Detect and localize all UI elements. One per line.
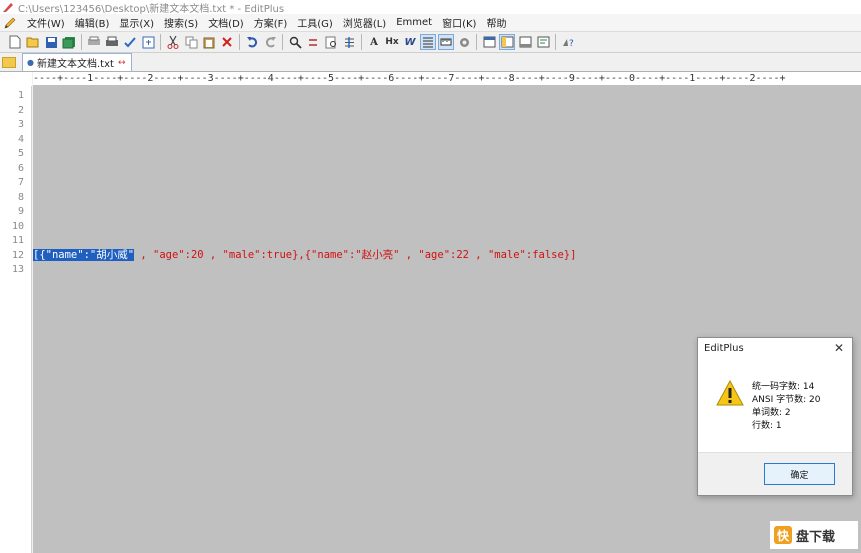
- column-ruler: ----+----1----+----2----+----3----+----4…: [33, 72, 861, 86]
- warning-icon: [716, 379, 744, 406]
- dialog-title-bar: EditPlus ✕: [698, 338, 852, 358]
- menu-file[interactable]: 文件(W): [22, 15, 70, 30]
- line-number: 13: [11, 264, 24, 275]
- toolbar-separator: [160, 34, 161, 50]
- delete-icon[interactable]: [219, 34, 235, 50]
- toolbar-separator: [361, 34, 362, 50]
- toolbar-separator: [239, 34, 240, 50]
- word-count-dialog: EditPlus ✕ 统一码字数: 14 ANSI 字节数: 20 单词数: 2…: [697, 337, 853, 496]
- watermark: 快 盘下载: [770, 521, 858, 549]
- word-wrap-icon[interactable]: W: [402, 34, 418, 50]
- line-number: 7: [17, 177, 24, 188]
- tab-close-icon[interactable]: ↔: [118, 58, 126, 68]
- find-icon[interactable]: [287, 34, 303, 50]
- toolbar: A Hx W ?: [0, 31, 861, 53]
- line-number: 4: [17, 133, 24, 145]
- watermark-text: 盘下载: [796, 529, 836, 545]
- ruler-corner: [0, 72, 32, 86]
- line-number-gutter: 1 2 3 4 5 6 7 8 9 10 11 12 13: [0, 72, 32, 553]
- stat-ansi-bytes: ANSI 字节数: 20: [752, 395, 821, 405]
- spellcheck-icon[interactable]: [122, 34, 138, 50]
- tab-label: 新建文本文档.txt: [36, 59, 114, 70]
- menu-bar: 文件(W) 编辑(B) 显示(X) 搜索(S) 文档(D) 方案(F) 工具(G…: [0, 14, 861, 31]
- redo-icon[interactable]: [262, 34, 278, 50]
- svg-text:?: ?: [569, 39, 574, 49]
- menu-emmet[interactable]: Emmet: [391, 17, 437, 28]
- open-file-icon[interactable]: [25, 34, 41, 50]
- toolbar-separator: [282, 34, 283, 50]
- browser-icon[interactable]: [140, 34, 156, 50]
- hex-icon[interactable]: Hx: [384, 34, 400, 50]
- toolbar-separator: [81, 34, 82, 50]
- settings-icon[interactable]: [456, 34, 472, 50]
- font-icon[interactable]: A: [366, 34, 382, 50]
- window-icon-2[interactable]: [499, 34, 515, 50]
- stats-list: 统一码字数: 14 ANSI 字节数: 20 单词数: 2 行数: 1: [752, 381, 820, 433]
- undo-icon[interactable]: [244, 34, 260, 50]
- ok-button[interactable]: 确定: [764, 463, 835, 485]
- stat-word-count: 单词数: 2: [752, 408, 791, 418]
- close-icon[interactable]: ✕: [832, 341, 846, 355]
- code-text[interactable]: , "age":20 , "male":true},{"name":"赵小亮" …: [134, 249, 576, 261]
- stat-line-count: 行数: 1: [752, 421, 782, 431]
- line-number: 3: [17, 119, 24, 130]
- toolbar-separator: [555, 34, 556, 50]
- window-icon-1[interactable]: [481, 34, 497, 50]
- window-title: C:\Users\123456\Desktop\新建文本文档.txt * - E…: [18, 3, 285, 15]
- modified-dot-icon: ●: [27, 58, 34, 67]
- replace-icon[interactable]: [305, 34, 321, 50]
- menu-view[interactable]: 显示(X): [114, 15, 159, 30]
- dialog-title: EditPlus: [704, 342, 744, 354]
- menu-project[interactable]: 方案(F): [249, 15, 293, 30]
- menu-search[interactable]: 搜索(S): [159, 15, 203, 30]
- menu-window[interactable]: 窗口(K): [437, 15, 481, 30]
- pencil-icon: [3, 16, 17, 30]
- line-number: 2: [17, 104, 24, 116]
- line-numbers: 1 2 3 4 5 6 7 8 9 10 11 12 13: [0, 89, 24, 278]
- save-all-icon[interactable]: [61, 34, 77, 50]
- menu-document[interactable]: 文档(D): [203, 15, 249, 30]
- goto-line-icon[interactable]: [341, 34, 357, 50]
- line-number: 5: [17, 148, 24, 159]
- line-number: 6: [17, 162, 24, 174]
- new-file-icon[interactable]: [7, 34, 23, 50]
- print-preview-icon[interactable]: [86, 34, 102, 50]
- help-icon[interactable]: ?: [560, 34, 576, 50]
- ruler-icon[interactable]: [438, 34, 454, 50]
- copy-icon[interactable]: [183, 34, 199, 50]
- cut-icon[interactable]: [165, 34, 181, 50]
- line-number: 1: [17, 90, 24, 101]
- tab-document[interactable]: ● 新建文本文档.txt ↔: [22, 53, 133, 71]
- line-number: 8: [17, 191, 24, 203]
- stat-unicode-count: 统一码字数: 14: [752, 382, 815, 392]
- save-icon[interactable]: [43, 34, 59, 50]
- menu-edit[interactable]: 编辑(B): [70, 15, 115, 30]
- window-icon-3[interactable]: [517, 34, 533, 50]
- line-number-icon[interactable]: [420, 34, 436, 50]
- dialog-body: 统一码字数: 14 ANSI 字节数: 20 单词数: 2 行数: 1: [698, 358, 852, 454]
- editplus-app-icon: [2, 1, 14, 13]
- folder-icon[interactable]: [2, 57, 16, 68]
- line-number: 11: [11, 235, 24, 246]
- line-number: 12: [11, 249, 24, 261]
- line-number: 10: [11, 220, 24, 232]
- print-icon[interactable]: [104, 34, 120, 50]
- menu-browser[interactable]: 浏览器(L): [338, 15, 391, 30]
- selected-text[interactable]: [{"name":"胡小威": [33, 249, 135, 261]
- line-number: 9: [17, 206, 24, 217]
- watermark-logo: 快: [774, 526, 792, 544]
- menu-help[interactable]: 帮助: [481, 15, 511, 30]
- dialog-footer: 确定: [698, 452, 852, 495]
- window-icon-4[interactable]: [535, 34, 551, 50]
- title-bar: C:\Users\123456\Desktop\新建文本文档.txt * - E…: [0, 0, 861, 15]
- paste-icon[interactable]: [201, 34, 217, 50]
- find-in-files-icon[interactable]: [323, 34, 339, 50]
- toolbar-separator: [476, 34, 477, 50]
- menu-tools[interactable]: 工具(G): [292, 15, 338, 30]
- code-line-12[interactable]: [{"name":"胡小威" , "age":20 , "male":true}…: [33, 248, 576, 262]
- tab-bar: ● 新建文本文档.txt ↔: [0, 53, 861, 72]
